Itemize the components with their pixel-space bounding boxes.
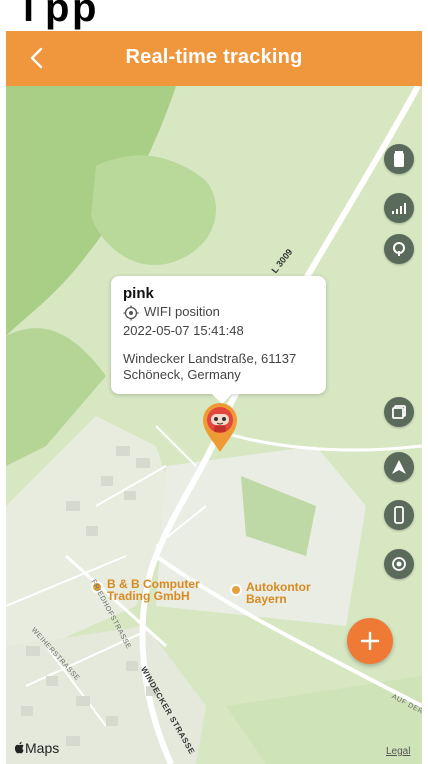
satellite-icon xyxy=(393,242,405,256)
plus-icon xyxy=(360,631,380,651)
position-timestamp: 2022-05-07 15:41:48 xyxy=(123,323,244,338)
layers-button[interactable] xyxy=(384,397,414,427)
device-button[interactable] xyxy=(384,500,414,530)
satellite-button[interactable] xyxy=(384,234,414,264)
position-address: Windecker Landstraße, 61137 Schöneck, Ge… xyxy=(123,351,297,382)
signal-icon xyxy=(392,203,406,214)
position-type: WIFI position xyxy=(144,304,220,319)
device-pin[interactable] xyxy=(201,401,239,453)
device-name: pink xyxy=(123,285,154,302)
target-icon xyxy=(392,557,406,571)
legal-link[interactable]: Legal xyxy=(386,746,410,757)
app-screen: Real-time tracking L 3009 pink WIFI posi… xyxy=(6,31,422,764)
locate-button[interactable] xyxy=(384,549,414,579)
location-popup[interactable]: pink WIFI position 2022-05-07 15:41:48 W… xyxy=(111,276,326,404)
layers-icon xyxy=(392,405,406,419)
poi-bb-computer[interactable]: B & B Computer Trading GmbH xyxy=(91,578,217,602)
avatar-pin-icon xyxy=(203,403,237,452)
phone-icon xyxy=(394,506,404,524)
poi-autokontor[interactable]: Autokontor Bayern xyxy=(230,580,311,606)
navigation-arrow-icon xyxy=(392,460,406,474)
apple-logo-icon xyxy=(14,741,24,754)
battery-icon xyxy=(394,151,404,167)
map-view[interactable]: L 3009 pink WIFI position 2022-05-07 15:… xyxy=(6,86,422,764)
cropped-text-fragment: l p p xyxy=(0,0,428,31)
add-button[interactable] xyxy=(347,618,393,664)
navigate-button[interactable] xyxy=(384,452,414,482)
poi-label: B & B Computer Trading GmbH xyxy=(107,577,200,603)
poi-marker-icon xyxy=(230,584,242,596)
maps-logo: Maps xyxy=(14,740,59,756)
poi-label: Autokontor Bayern xyxy=(246,580,311,606)
battery-button[interactable] xyxy=(384,144,414,174)
page-title: Real-time tracking xyxy=(125,46,303,68)
location-target-icon xyxy=(123,305,139,321)
signal-button[interactable] xyxy=(384,193,414,223)
maps-text: Maps xyxy=(25,740,60,756)
header-bar: Real-time tracking xyxy=(6,31,422,86)
